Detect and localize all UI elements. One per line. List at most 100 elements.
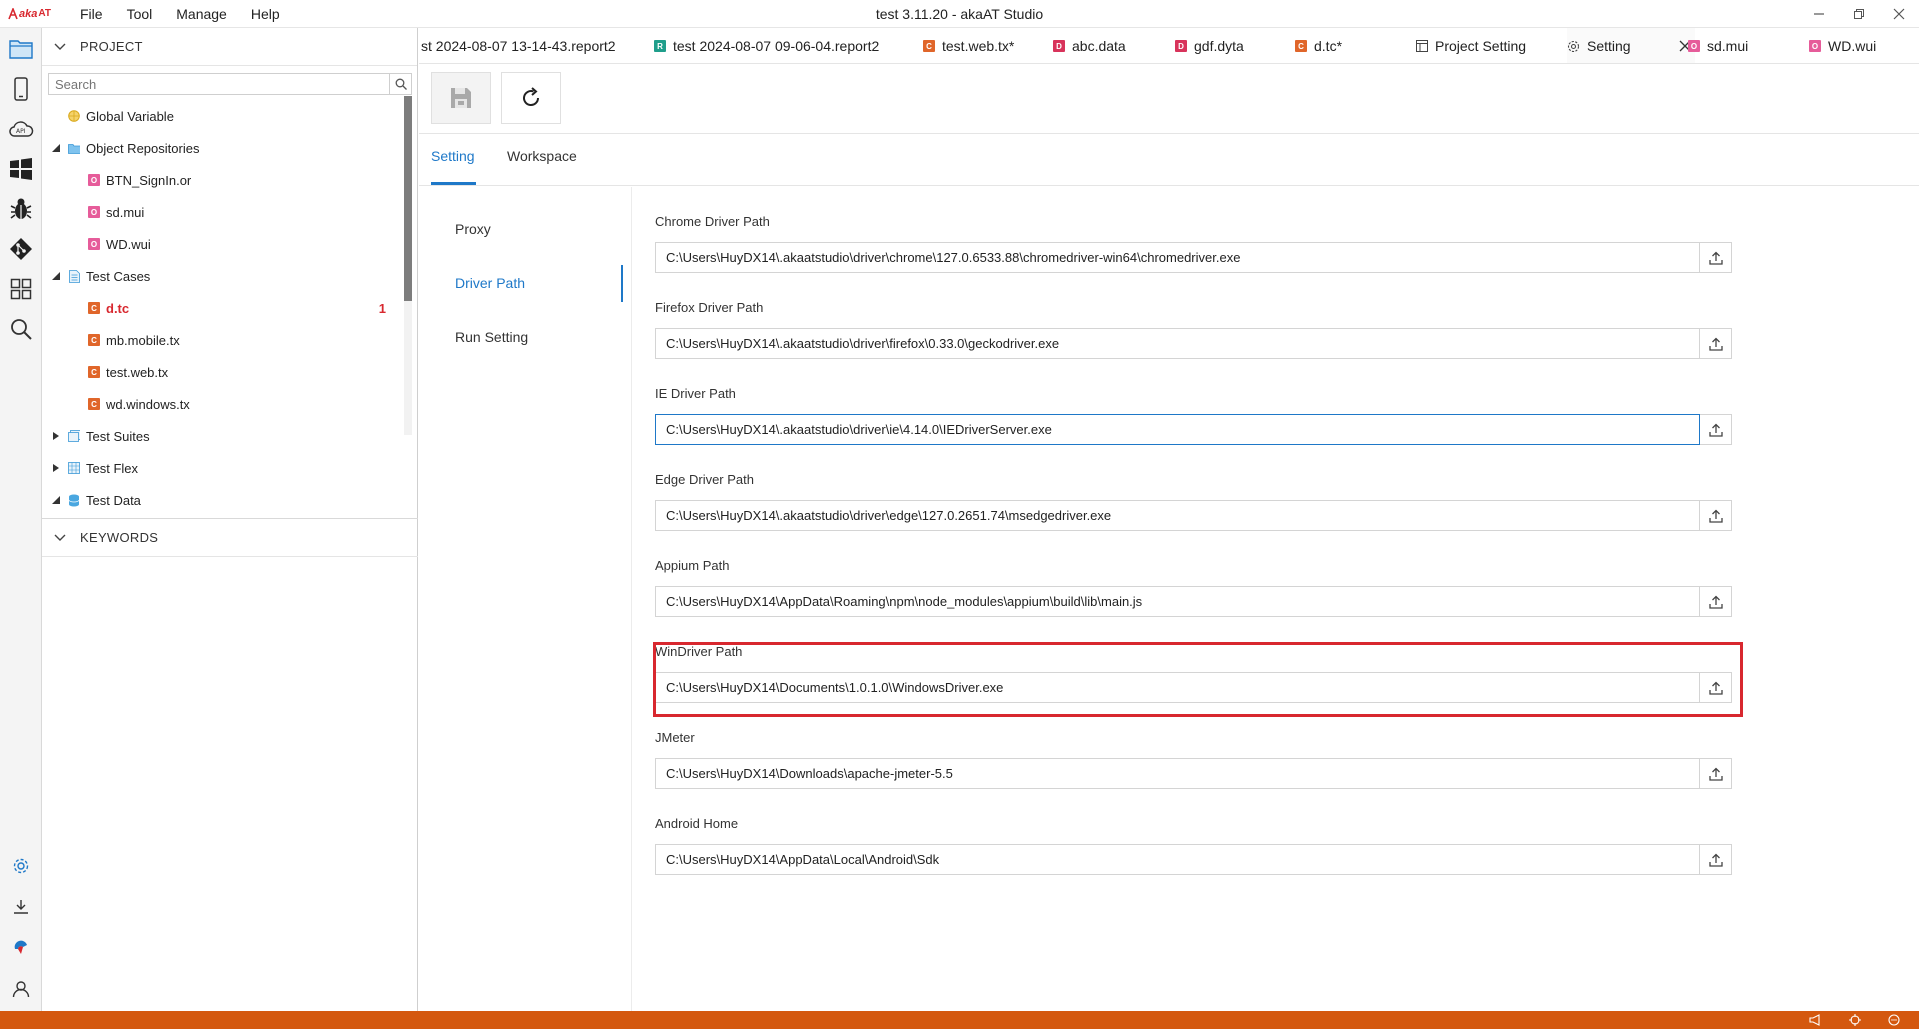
save-button[interactable]: [431, 72, 491, 124]
git-icon[interactable]: [8, 236, 34, 262]
tab-setting[interactable]: Setting: [1567, 28, 1695, 63]
appium-path-input[interactable]: [655, 586, 1700, 617]
project-search-input[interactable]: [49, 76, 389, 92]
tree-item-wd-windows[interactable]: C wd.windows.tx: [88, 388, 417, 420]
minimize-button[interactable]: [1799, 0, 1839, 28]
keywords-panel-header[interactable]: KEYWORDS: [42, 519, 418, 557]
nav-proxy[interactable]: Proxy: [455, 221, 491, 237]
expanded-arrow-icon[interactable]: [52, 144, 60, 152]
title-bar: aka AT File Tool Manage Help test 3.11.20…: [0, 0, 1919, 28]
field-row: [655, 844, 1732, 875]
firefox-driver-path-input[interactable]: [655, 328, 1700, 359]
field-row: [655, 672, 1732, 703]
download-icon[interactable]: [8, 894, 34, 920]
tree-item-mb-mobile[interactable]: C mb.mobile.tx: [88, 324, 417, 356]
close-icon: [1893, 8, 1905, 20]
tree-scrollbar[interactable]: [404, 96, 412, 435]
ie-driver-path-input[interactable]: [655, 414, 1700, 445]
tree-item-test-flex[interactable]: Test Flex: [52, 452, 412, 484]
refresh-icon: [523, 87, 540, 107]
chrome-driver-path-input[interactable]: [655, 242, 1700, 273]
tab-test-web[interactable]: C test.web.tx*: [923, 28, 1014, 63]
tab-setting-general[interactable]: Setting: [431, 148, 475, 164]
android-home-input[interactable]: [655, 844, 1700, 875]
tree-item-test-web[interactable]: C test.web.tx: [88, 356, 417, 388]
tree-item-test-suites[interactable]: Test Suites: [52, 420, 412, 452]
tree-item-label: Test Data: [86, 492, 141, 508]
database-icon: [68, 494, 80, 506]
target-icon[interactable]: [1848, 1013, 1862, 1027]
brand-swirl-icon[interactable]: [8, 934, 34, 960]
menu-manage[interactable]: Manage: [164, 6, 239, 22]
logo-text: aka: [19, 7, 38, 20]
tree-item-btn-signin[interactable]: O BTN_SignIn.or: [88, 164, 417, 196]
tab-report-2[interactable]: R test 2024-08-07 09-06-04.report2: [654, 28, 880, 63]
field-label: Chrome Driver Path: [655, 214, 770, 229]
mobile-icon[interactable]: [8, 76, 34, 102]
tab-report-1[interactable]: st 2024-08-07 13-14-43.report2: [421, 28, 616, 63]
search-icon[interactable]: [8, 316, 34, 342]
tree-item-global-variable[interactable]: Global Variable: [68, 100, 417, 132]
grid-icon: [68, 462, 80, 474]
browse-button[interactable]: [1700, 586, 1732, 617]
ie-driver-field: IE Driver Path: [655, 384, 1735, 445]
field-row: [655, 586, 1732, 617]
tab-project-setting[interactable]: Project Setting: [1416, 28, 1526, 63]
browse-button[interactable]: [1700, 414, 1732, 445]
field-row: [655, 242, 1732, 273]
tree-item-sd-mui[interactable]: O sd.mui: [88, 196, 417, 228]
nav-driver-path[interactable]: Driver Path: [455, 275, 525, 291]
jmeter-path-field: JMeter: [655, 728, 1735, 789]
browse-button[interactable]: [1700, 672, 1732, 703]
reload-button[interactable]: [501, 72, 561, 124]
api-cloud-icon[interactable]: API: [8, 116, 34, 142]
settings-gear-icon[interactable]: [8, 853, 34, 879]
user-account-icon[interactable]: [8, 976, 34, 1002]
collapsed-arrow-icon[interactable]: [52, 432, 60, 440]
project-tree: Global Variable Object Repositories O BT…: [42, 100, 417, 507]
tab-d-tc[interactable]: C d.tc*: [1295, 28, 1342, 63]
browse-button[interactable]: [1700, 844, 1732, 875]
logo-suffix: AT: [38, 8, 51, 19]
browse-button[interactable]: [1700, 758, 1732, 789]
project-panel-header[interactable]: PROJECT: [42, 28, 417, 66]
tab-abc-data[interactable]: D abc.data: [1053, 28, 1126, 63]
chat-icon[interactable]: [1887, 1013, 1901, 1027]
nav-run-setting[interactable]: Run Setting: [455, 329, 528, 345]
bug-icon[interactable]: [8, 196, 34, 222]
tree-scrollbar-thumb[interactable]: [404, 96, 412, 301]
search-icon[interactable]: [389, 74, 411, 94]
tree-item-test-cases[interactable]: Test Cases: [52, 260, 412, 292]
browse-button[interactable]: [1700, 328, 1732, 359]
tree-item-test-data[interactable]: Test Data: [52, 484, 412, 507]
jmeter-path-input[interactable]: [655, 758, 1700, 789]
tree-item-object-repositories[interactable]: Object Repositories: [52, 132, 412, 164]
browse-button[interactable]: [1700, 242, 1732, 273]
status-bar: [0, 1011, 1919, 1029]
menu-file[interactable]: File: [68, 6, 115, 22]
tab-workspace[interactable]: Workspace: [507, 148, 577, 164]
windriver-path-input[interactable]: [655, 672, 1700, 703]
menu-help[interactable]: Help: [239, 6, 292, 22]
announcement-icon[interactable]: [1808, 1013, 1822, 1027]
expanded-arrow-icon[interactable]: [52, 272, 60, 280]
menu-tool[interactable]: Tool: [115, 6, 165, 22]
collapsed-arrow-icon[interactable]: [52, 464, 60, 472]
tab-gdf-dyta[interactable]: D gdf.dyta: [1175, 28, 1244, 63]
restore-button[interactable]: [1839, 0, 1879, 28]
tab-wd-wui[interactable]: O WD.wui: [1809, 28, 1876, 63]
close-window-button[interactable]: [1879, 0, 1919, 28]
windows-icon[interactable]: [8, 156, 34, 182]
browse-button[interactable]: [1700, 500, 1732, 531]
dashboard-grid-icon[interactable]: [8, 276, 34, 302]
edge-driver-path-input[interactable]: [655, 500, 1700, 531]
tab-label: test 2024-08-07 09-06-04.report2: [673, 38, 880, 54]
appium-path-field: Appium Path: [655, 556, 1735, 617]
explorer-icon[interactable]: [8, 36, 34, 62]
tab-label: sd.mui: [1707, 38, 1749, 54]
tree-item-label: BTN_SignIn.or: [106, 172, 192, 188]
tab-sd-mui[interactable]: O sd.mui: [1688, 28, 1749, 63]
tree-item-wd-wui[interactable]: O WD.wui: [88, 228, 417, 260]
expanded-arrow-icon[interactable]: [52, 496, 60, 504]
tree-item-d-tc[interactable]: C d.tc 1: [88, 292, 417, 324]
